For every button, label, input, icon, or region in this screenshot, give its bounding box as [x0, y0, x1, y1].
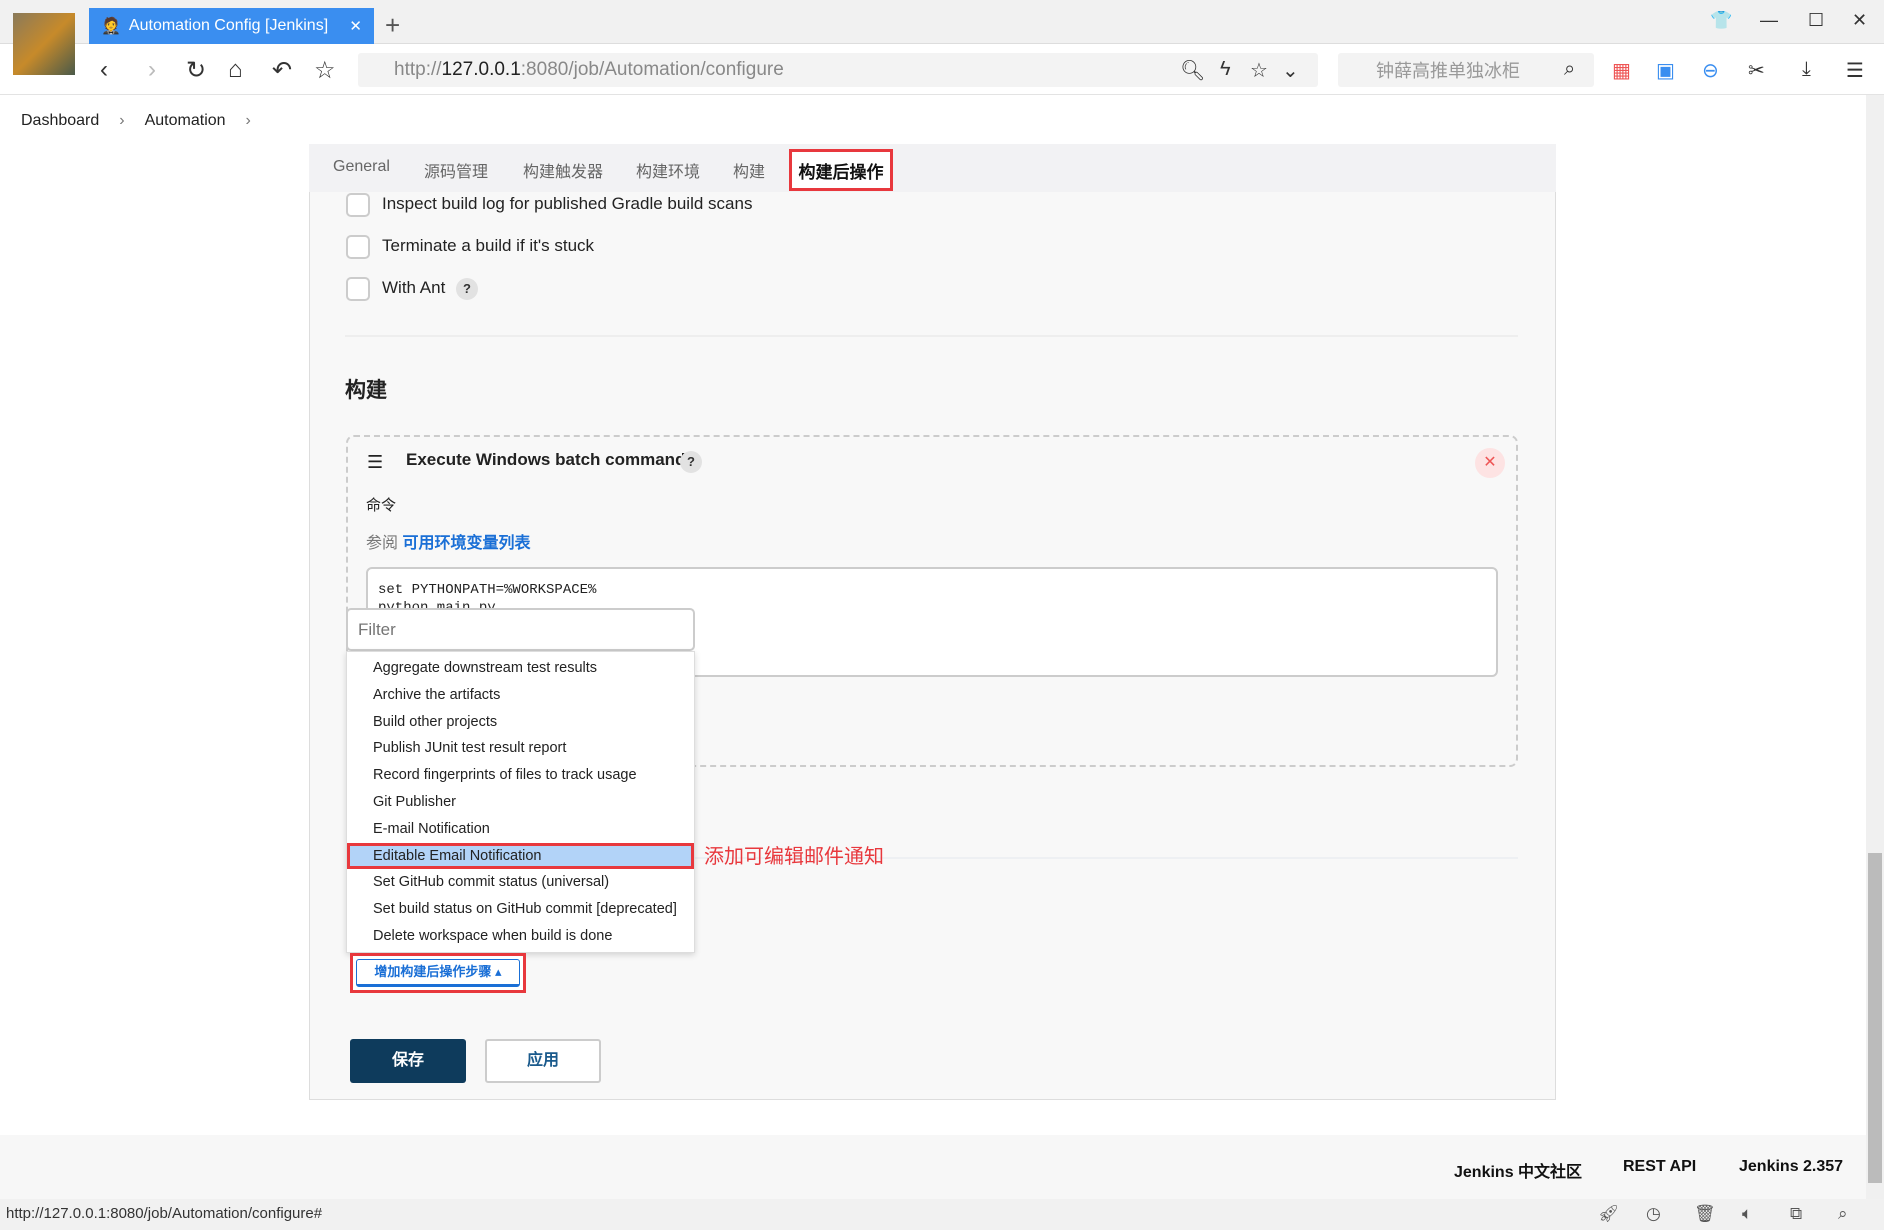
command-label: 命令: [366, 497, 397, 514]
build-step-title: Execute Windows batch command: [406, 450, 686, 469]
menu-item[interactable]: Delete workspace when build is done: [347, 923, 694, 950]
trash-icon[interactable]: 🗑︎: [1694, 1204, 1716, 1224]
filter-input[interactable]: [346, 608, 695, 651]
config-tabs: General 源码管理 构建触发器 构建环境 构建: [309, 144, 1556, 192]
scrollbar-thumb[interactable]: [1868, 853, 1882, 1183]
save-button[interactable]: 保存: [350, 1039, 466, 1083]
menu-item[interactable]: Set GitHub commit status (universal): [347, 869, 694, 896]
scissors-icon[interactable]: ✂: [1748, 58, 1765, 83]
window-icon[interactable]: ⧉: [1790, 1204, 1802, 1224]
menu-item-editable-email[interactable]: Editable Email Notification: [347, 842, 694, 870]
address-bar[interactable]: http://127.0.0.1:8080/job/Automation/con…: [358, 53, 1318, 87]
breadcrumb-automation[interactable]: Automation: [145, 112, 226, 130]
gradle-scan-checkbox[interactable]: [346, 193, 370, 217]
zoom-icon[interactable]: 🔍︎: [1180, 58, 1205, 83]
maximize-button[interactable]: ☐: [1808, 10, 1824, 31]
undo-icon[interactable]: ↶: [272, 56, 292, 85]
rocket-icon[interactable]: 🚀︎: [1598, 1204, 1620, 1224]
tab-triggers[interactable]: 构建触发器: [523, 158, 603, 182]
minimize-button[interactable]: —: [1760, 10, 1778, 31]
footer-version[interactable]: Jenkins 2.357: [1739, 1158, 1843, 1176]
tab-post-build[interactable]: 构建后操作: [789, 149, 893, 191]
checkbox-label: With Ant: [382, 278, 446, 297]
adblock-icon[interactable]: ⊖: [1702, 58, 1719, 83]
menu-item[interactable]: Build other projects: [347, 709, 694, 736]
with-ant-checkbox[interactable]: [346, 277, 370, 301]
section-heading: 构建: [345, 379, 387, 402]
favorite-icon[interactable]: ☆: [1250, 58, 1268, 83]
checkbox-label: Inspect build log for published Gradle b…: [382, 194, 753, 213]
add-post-build-step-button[interactable]: 增加构建后操作步骤 ▴: [350, 953, 526, 993]
new-tab-button[interactable]: +: [385, 10, 400, 41]
apps-icon[interactable]: ▦: [1612, 58, 1631, 83]
chevron-down-icon[interactable]: ⌄: [1282, 58, 1299, 83]
post-build-dropdown: Aggregate downstream test results Archiv…: [346, 651, 695, 953]
menu-item[interactable]: E-mail Notification: [347, 816, 694, 843]
menu-item[interactable]: Publish JUnit test result report: [347, 735, 694, 762]
home-icon[interactable]: ⌂: [228, 56, 243, 84]
drag-handle-icon[interactable]: ☰: [367, 452, 383, 473]
divider: [345, 335, 1518, 337]
close-tab-icon[interactable]: ✕: [349, 17, 362, 35]
back-icon[interactable]: ‹: [100, 56, 108, 84]
apply-button[interactable]: 应用: [485, 1039, 601, 1083]
skin-icon[interactable]: 👕: [1710, 10, 1732, 31]
tab-environment[interactable]: 构建环境: [636, 158, 700, 182]
browser-tab[interactable]: 🤵 Automation Config [Jenkins] ✕: [89, 8, 374, 44]
user-avatar[interactable]: [13, 13, 75, 75]
close-window-button[interactable]: ✕: [1852, 10, 1867, 31]
menu-item[interactable]: Archive the artifacts: [347, 682, 694, 709]
chevron-right-icon: ›: [119, 112, 125, 129]
footer: [0, 1135, 1866, 1199]
tab-scm[interactable]: 源码管理: [424, 158, 488, 182]
footer-rest-api-link[interactable]: REST API: [1623, 1158, 1696, 1176]
env-vars-link[interactable]: 可用环境变量列表: [402, 535, 530, 552]
menu-item[interactable]: Record fingerprints of files to track us…: [347, 762, 694, 789]
menu-icon[interactable]: ☰: [1846, 58, 1864, 83]
search-icon[interactable]: ⌕: [1564, 58, 1575, 81]
search-input[interactable]: 钟薛高推单独冰柜: [1338, 53, 1594, 87]
chevron-right-icon: ›: [245, 112, 251, 129]
tab-general[interactable]: General: [333, 158, 390, 176]
bookmark-star-icon[interactable]: ☆: [314, 56, 336, 85]
menu-item[interactable]: Git Publisher: [347, 789, 694, 816]
sound-icon[interactable]: 🔈︎: [1742, 1204, 1752, 1224]
lightning-icon[interactable]: ϟ: [1220, 58, 1231, 81]
status-url: http://127.0.0.1:8080/job/Automation/con…: [6, 1205, 323, 1222]
download-icon[interactable]: ⤓: [1802, 58, 1811, 81]
forward-icon[interactable]: ›: [148, 56, 156, 84]
breadcrumb: Dashboard › Automation ›: [21, 112, 251, 130]
help-icon[interactable]: ?: [456, 278, 478, 300]
footer-community-link[interactable]: Jenkins 中文社区: [1454, 1158, 1582, 1182]
jenkins-icon: 🤵: [101, 18, 121, 35]
menu-item[interactable]: Aggregate downstream test results: [347, 655, 694, 682]
reload-icon[interactable]: ↻: [186, 56, 206, 85]
help-icon[interactable]: ?: [680, 451, 702, 473]
menu-item[interactable]: Set build status on GitHub commit [depre…: [347, 896, 694, 923]
delete-step-icon[interactable]: ✕: [1475, 448, 1505, 478]
tab-build[interactable]: 构建: [733, 158, 765, 182]
terminate-stuck-checkbox[interactable]: [346, 235, 370, 259]
tab-title: Automation Config [Jenkins]: [128, 17, 329, 34]
see-also: 参阅 可用环境变量列表: [366, 535, 531, 552]
breadcrumb-dashboard[interactable]: Dashboard: [21, 112, 99, 130]
annotation-text: 添加可编辑邮件通知: [704, 846, 884, 868]
zoom-icon[interactable]: ⌕: [1838, 1204, 1848, 1224]
speed-icon[interactable]: ◷: [1646, 1204, 1661, 1224]
checkbox-label: Terminate a build if it's stuck: [382, 236, 595, 255]
qr-icon[interactable]: ▣: [1656, 58, 1675, 83]
